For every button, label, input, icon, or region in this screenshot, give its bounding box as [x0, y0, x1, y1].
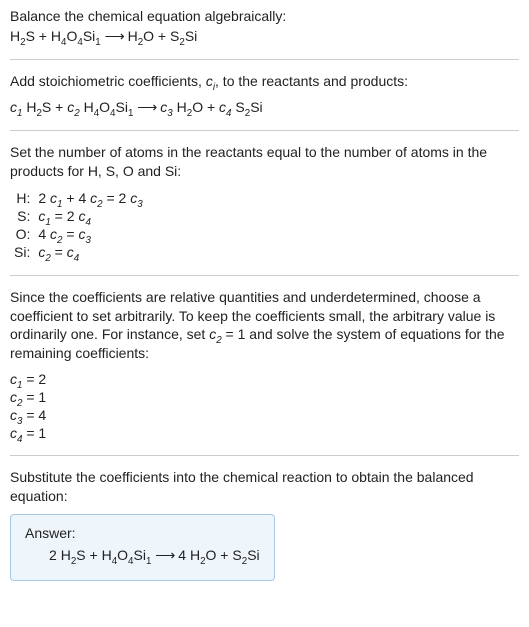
coefficient-value: c2 = 1: [10, 389, 519, 405]
step1-text: Add stoichiometric coefficients, ci, to …: [10, 72, 519, 91]
coefficient-value: c1 = 2: [10, 371, 519, 387]
plus-sign: +: [35, 28, 51, 44]
species-s2si: S2Si: [170, 28, 197, 44]
step4-text: Substitute the coefficients into the che…: [10, 468, 519, 506]
coefficient-value: c3 = 4: [10, 407, 519, 423]
intro-reaction: H2S + H4O4Si1 ⟶ H2O + S2Si: [10, 28, 519, 45]
ci-symbol: ci: [206, 73, 215, 89]
step1-reaction: c1 H2S + c2 H4O4Si1 ⟶ c3 H2O + c4 S2Si: [10, 99, 519, 116]
species-h2s: H2S: [10, 28, 35, 44]
answer-box: Answer: 2 H2S + H4O4Si1 ⟶ 4 H2O + S2Si: [10, 514, 275, 581]
table-row: S: c1 = 2 c4: [10, 207, 147, 225]
step3-text: Since the coefficients are relative quan…: [10, 288, 519, 364]
coefficient-value: c4 = 1: [10, 425, 519, 441]
element-label: Si:: [10, 243, 34, 261]
divider: [10, 130, 519, 131]
atom-balance-table: H: 2 c1 + 4 c2 = 2 c3 S: c1 = 2 c4 O: 4 …: [10, 189, 147, 261]
divider: [10, 455, 519, 456]
element-label: O:: [10, 225, 34, 243]
divider: [10, 275, 519, 276]
element-label: H:: [10, 189, 34, 207]
balance-equation: c1 = 2 c4: [34, 207, 146, 225]
answer-equation: 2 H2S + H4O4Si1 ⟶ 4 H2O + S2Si: [25, 547, 260, 564]
species-h4o4si1: H4O4Si1: [51, 28, 101, 44]
answer-label: Answer:: [25, 525, 260, 541]
reaction-arrow: ⟶: [105, 28, 124, 44]
table-row: Si: c2 = c4: [10, 243, 147, 261]
balance-equation: 2 c1 + 4 c2 = 2 c3: [34, 189, 146, 207]
element-label: S:: [10, 207, 34, 225]
plus-sign: +: [154, 28, 170, 44]
table-row: H: 2 c1 + 4 c2 = 2 c3: [10, 189, 147, 207]
divider: [10, 59, 519, 60]
species-h2o: H2O: [128, 28, 154, 44]
intro-text: Balance the chemical equation algebraica…: [10, 8, 519, 24]
step2-text: Set the number of atoms in the reactants…: [10, 143, 519, 181]
coefficient-list: c1 = 2 c2 = 1 c3 = 4 c4 = 1: [10, 371, 519, 441]
table-row: O: 4 c2 = c3: [10, 225, 147, 243]
balance-equation: 4 c2 = c3: [34, 225, 146, 243]
